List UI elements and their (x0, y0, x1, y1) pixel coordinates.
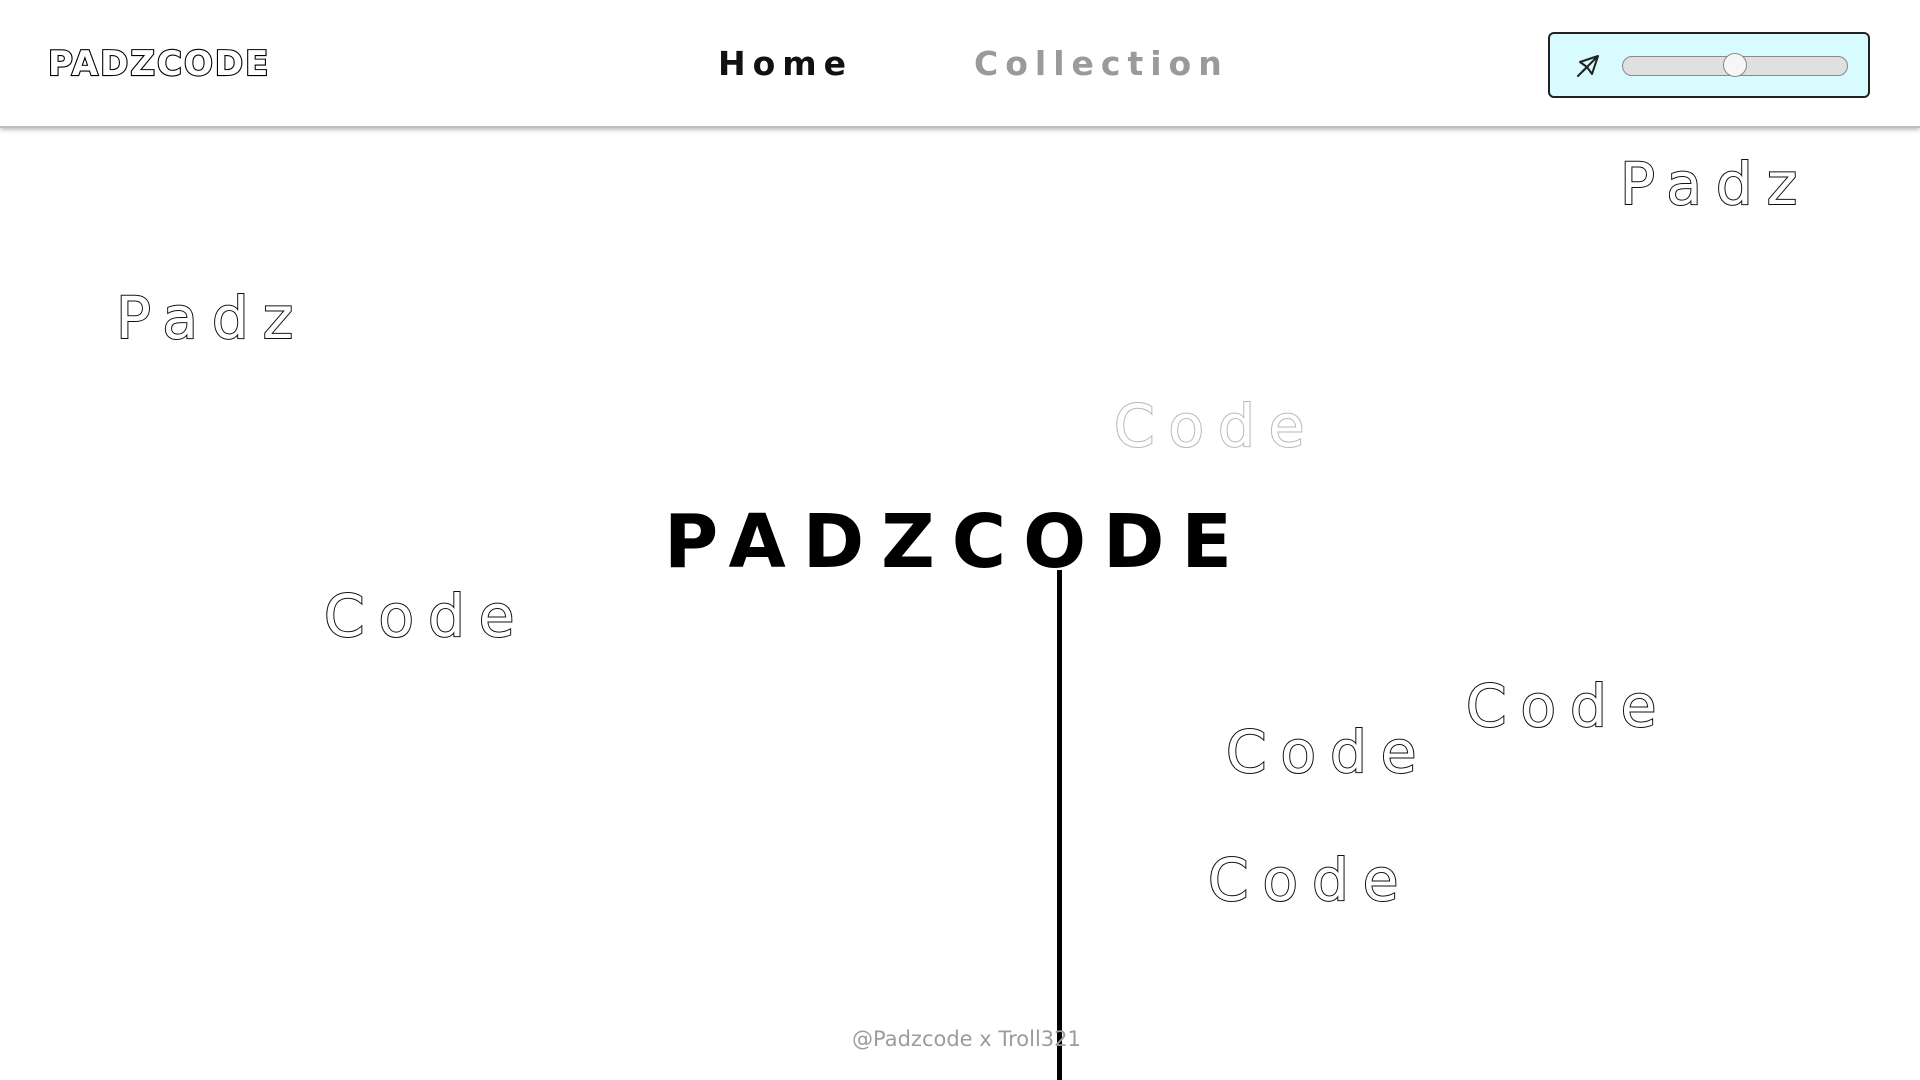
slider-thumb[interactable] (1723, 53, 1747, 77)
speed-slider[interactable] (1622, 53, 1848, 77)
floating-word: Padz (1619, 150, 1812, 218)
floating-word: Code (1465, 672, 1671, 740)
floating-word: Padz (115, 284, 308, 352)
floating-word: Code (1207, 846, 1413, 914)
nav-link-collection[interactable]: Collection (974, 44, 1229, 84)
vertical-divider-line (1057, 570, 1062, 1080)
site-logo[interactable]: PADZCODE (47, 43, 270, 85)
top-navbar: PADZCODE Home Collection (0, 0, 1920, 128)
send-icon[interactable] (1572, 50, 1604, 82)
floating-word: Code (1113, 392, 1319, 460)
hero-title: PADZCODE (664, 499, 1249, 585)
nav-link-home[interactable]: Home (718, 44, 853, 84)
footer-credit: @Padzcode x Troll321 (852, 1027, 1081, 1051)
floating-word: Code (323, 582, 529, 650)
control-panel (1548, 32, 1870, 98)
floating-word: Code (1225, 718, 1431, 786)
